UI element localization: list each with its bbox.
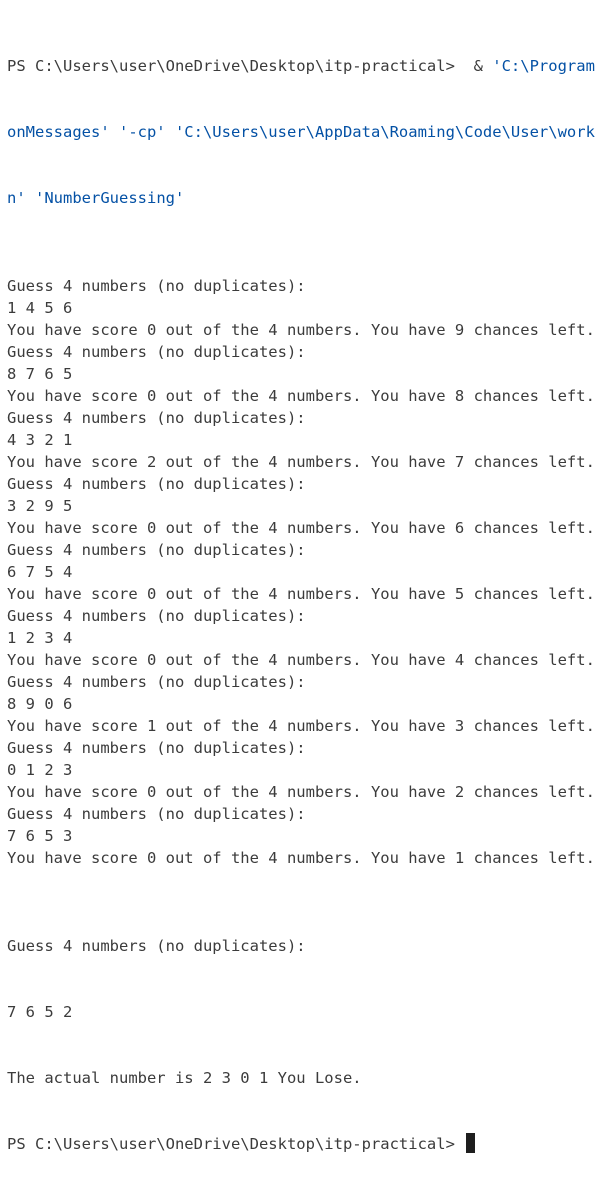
- score-result: You have score 0 out of the 4 numbers. Y…: [7, 519, 595, 537]
- guess-input: 0 1 2 3: [7, 761, 73, 779]
- guess-prompt: Guess 4 numbers (no duplicates):: [7, 937, 306, 955]
- guess-prompt: Guess 4 numbers (no duplicates):: [7, 673, 306, 691]
- guess-prompt: Guess 4 numbers (no duplicates):: [7, 739, 306, 757]
- score-result: You have score 0 out of the 4 numbers. Y…: [7, 387, 595, 405]
- score-result: You have score 0 out of the 4 numbers. Y…: [7, 585, 595, 603]
- guess-input: 3 2 9 5: [7, 497, 73, 515]
- score-result: You have score 0 out of the 4 numbers. Y…: [7, 321, 595, 339]
- guess-prompt: Guess 4 numbers (no duplicates):: [7, 541, 306, 559]
- guess-prompt: Guess 4 numbers (no duplicates):: [7, 805, 306, 823]
- command-arg: 'C:\Program Fi: [492, 57, 595, 75]
- command-line-2: onMessages' '-cp' 'C:\Users\user\AppData…: [7, 121, 595, 143]
- command-arg: onMessages' '-cp' 'C:\Users\user\AppData…: [7, 123, 595, 141]
- command-arg: n': [7, 189, 26, 207]
- game-result: The actual number is 2 3 0 1 You Lose.: [7, 1069, 362, 1087]
- game-rounds: Guess 4 numbers (no duplicates): 1 4 5 6 Y…: [7, 275, 595, 869]
- guess-prompt: Guess 4 numbers (no duplicates):: [7, 277, 306, 295]
- guess-input: 8 9 0 6: [7, 695, 73, 713]
- score-result: You have score 1 out of the 4 numbers. Y…: [7, 717, 595, 735]
- guess-input: 7 6 5 2: [7, 1003, 73, 1021]
- command-line-prompt[interactable]: PS C:\Users\user\OneDrive\Desktop\itp-pr…: [7, 1133, 595, 1155]
- score-result: You have score 0 out of the 4 numbers. Y…: [7, 783, 595, 801]
- guess-prompt: Guess 4 numbers (no duplicates):: [7, 343, 306, 361]
- guess-input: 1 2 3 4: [7, 629, 73, 647]
- shell-prompt: PS C:\Users\user\OneDrive\Desktop\itp-pr…: [7, 57, 465, 75]
- score-result: You have score 2 out of the 4 numbers. Y…: [7, 453, 595, 471]
- terminal-output[interactable]: PS C:\Users\user\OneDrive\Desktop\itp-pr…: [7, 11, 595, 1177]
- score-result: You have score 0 out of the 4 numbers. Y…: [7, 651, 595, 669]
- score-result: You have score 0 out of the 4 numbers. Y…: [7, 849, 595, 867]
- call-operator: &: [464, 57, 493, 75]
- command-line-1: PS C:\Users\user\OneDrive\Desktop\itp-pr…: [7, 55, 595, 77]
- command-line-3: n' 'NumberGuessing': [7, 187, 595, 209]
- guess-input: 6 7 5 4: [7, 563, 73, 581]
- text-cursor: [466, 1133, 476, 1153]
- guess-input: 7 6 5 3: [7, 827, 73, 845]
- guess-input: 1 4 5 6: [7, 299, 73, 317]
- guess-input: 4 3 2 1: [7, 431, 73, 449]
- guess-prompt: Guess 4 numbers (no duplicates):: [7, 475, 306, 493]
- guess-prompt: Guess 4 numbers (no duplicates):: [7, 607, 306, 625]
- guess-input: 8 7 6 5: [7, 365, 73, 383]
- shell-prompt: PS C:\Users\user\OneDrive\Desktop\itp-pr…: [7, 1135, 465, 1153]
- guess-prompt: Guess 4 numbers (no duplicates):: [7, 409, 306, 427]
- main-class-arg: 'NumberGuessing': [35, 189, 185, 207]
